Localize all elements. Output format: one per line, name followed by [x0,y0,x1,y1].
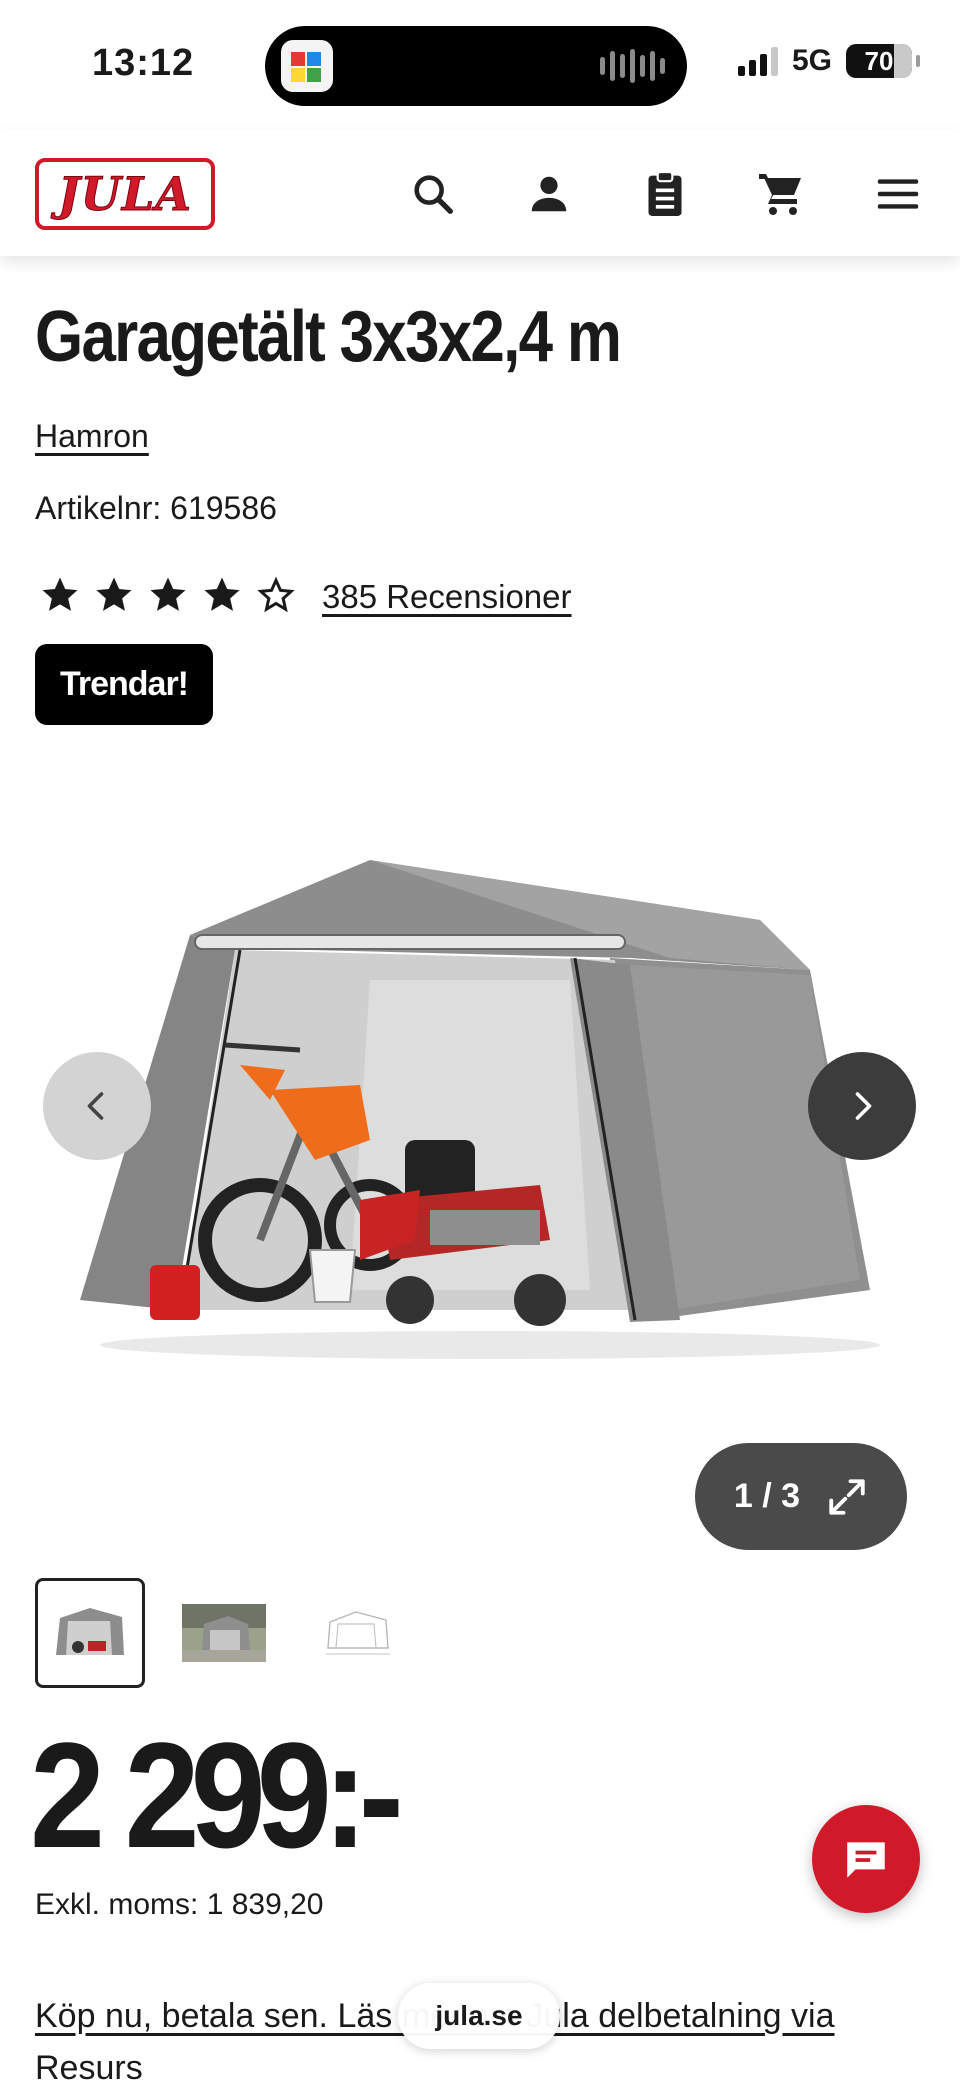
expand-icon [829,1478,865,1515]
star-empty-icon [257,576,295,613]
sku-label: Artikelnr: [35,490,162,526]
thumbnail-strip [35,1578,413,1688]
app-icon [281,40,333,92]
star-filled-icon [150,577,186,611]
chevron-left-icon [87,1092,104,1120]
logo-text: JULA [58,167,192,222]
search-icon[interactable] [409,170,457,218]
image-counter-fullscreen-button[interactable]: 1 / 3 [695,1443,907,1550]
audio-wave-icon [600,48,665,84]
product-title: Garagetält 3x3x2,4 m [35,297,622,377]
previous-image-button[interactable] [43,1052,151,1160]
menu-icon[interactable] [874,170,922,218]
battery-icon: 70 [846,44,920,78]
chevron-right-icon [855,1092,872,1120]
sku-value: 619586 [170,490,277,526]
account-icon[interactable] [525,170,573,218]
product-image[interactable] [70,840,890,1380]
cart-icon[interactable] [757,170,805,218]
star-filled-icon [42,577,78,611]
sku: Artikelnr: 619586 [35,490,277,527]
reviews-link[interactable]: 385 Recensioner [322,578,572,616]
star-rating[interactable] [40,575,296,615]
battery-level: 70 [864,45,894,76]
product-gallery[interactable]: 1 / 3 [0,760,960,1570]
thumbnail-3[interactable] [303,1578,413,1688]
browser-url-bar[interactable]: jula.se [398,1983,560,2049]
shopping-list-icon[interactable] [641,170,689,218]
thumbnail-1[interactable] [35,1578,145,1688]
thumbnail-2[interactable] [169,1578,279,1688]
network-type: 5G [791,44,832,77]
star-filled-icon [96,577,132,611]
dynamic-island [265,26,687,106]
trend-badge: Trendar! [35,644,213,725]
brand-link[interactable]: Hamron [35,418,149,455]
chat-button[interactable] [812,1805,920,1913]
signal-icon [737,46,778,76]
status-time: 13:12 [92,42,195,84]
status-indicators: 5G 70 [737,44,920,78]
jula-logo[interactable]: JULA [35,158,215,230]
next-image-button[interactable] [808,1052,916,1160]
price-excl-vat: Exkl. moms: 1 839,20 [35,1888,323,1922]
chat-icon [847,1842,885,1878]
vat-value: 1 839,20 [206,1888,324,1921]
price: 2 299:- [30,1711,404,1879]
vat-label: Exkl. moms: [35,1888,199,1921]
image-counter: 1 / 3 [733,1477,801,1515]
star-filled-icon [204,577,240,611]
status-bar: 13:12 5G 70 [0,0,960,130]
site-header: JULA [0,130,960,256]
